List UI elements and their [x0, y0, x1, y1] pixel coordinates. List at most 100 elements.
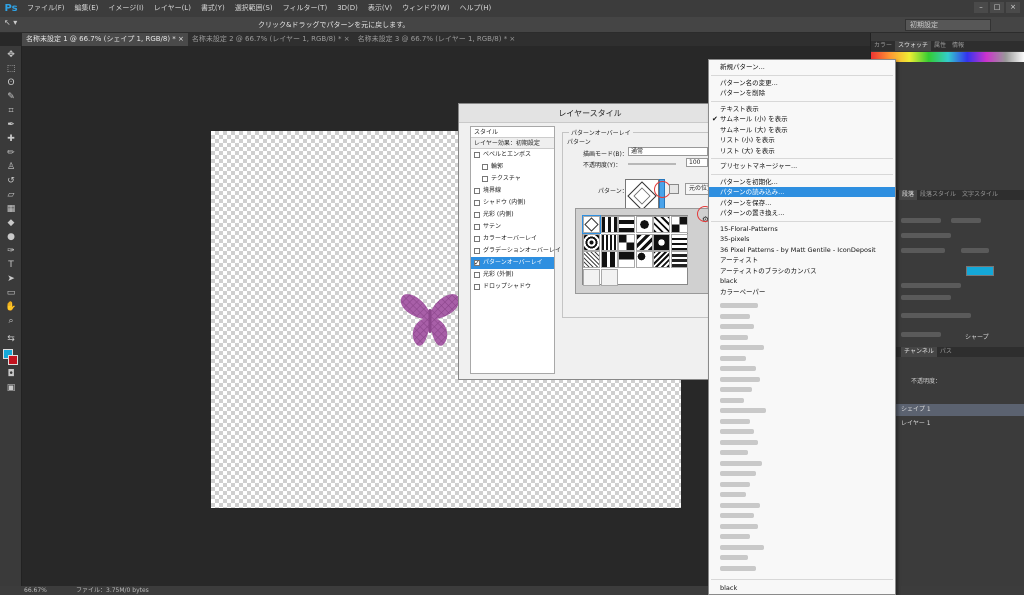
- style-item[interactable]: ベベルとエンボス: [471, 149, 554, 161]
- antialias-select[interactable]: シャープ: [965, 332, 989, 341]
- new-preset-button[interactable]: [669, 184, 679, 194]
- pattern-thumbnail[interactable]: [618, 251, 635, 268]
- menu-item[interactable]: ファイル(F): [22, 0, 70, 17]
- eraser-tool-icon[interactable]: ▱: [4, 190, 18, 201]
- obscured-menu-item[interactable]: [720, 565, 756, 571]
- style-item[interactable]: 輪郭: [471, 161, 554, 173]
- style-checkbox[interactable]: [474, 272, 480, 278]
- obscured-menu-item[interactable]: [720, 492, 746, 497]
- dodge-tool-icon[interactable]: ●: [4, 232, 18, 243]
- obscured-menu-item[interactable]: [720, 429, 754, 434]
- styles-header[interactable]: スタイル: [471, 127, 554, 138]
- menu-item[interactable]: パターンを初期化...: [709, 177, 895, 187]
- obscured-menu-item[interactable]: [720, 481, 750, 487]
- pattern-thumbnail[interactable]: [653, 251, 670, 268]
- panel-control[interactable]: [901, 313, 971, 318]
- eyedropper-tool-icon[interactable]: ✒: [4, 120, 18, 131]
- document-tab[interactable]: 名称未設定 1 @ 66.7% (シェイプ 1, RGB/8) * ×: [22, 33, 188, 46]
- pattern-thumbnail[interactable]: [583, 251, 600, 268]
- menu-item[interactable]: イメージ(I): [103, 0, 148, 17]
- obscured-menu-item[interactable]: [720, 366, 756, 371]
- menu-item[interactable]: アーティスト: [709, 255, 895, 265]
- menu-item[interactable]: ヘルプ(H): [455, 0, 497, 17]
- menu-item[interactable]: パターンを削除: [709, 88, 895, 98]
- obscured-menu-item[interactable]: [720, 345, 764, 350]
- file-info[interactable]: ファイル：3.75M/0 bytes: [76, 586, 149, 595]
- lasso-tool-icon[interactable]: ʘ: [4, 78, 18, 89]
- obscured-menu-item[interactable]: [720, 303, 758, 308]
- panel-control[interactable]: [901, 248, 945, 253]
- obscured-menu-item[interactable]: [720, 355, 746, 361]
- tab-channels[interactable]: チャンネル: [901, 347, 937, 357]
- obscured-menu-item[interactable]: [720, 555, 748, 560]
- menu-item[interactable]: フィルター(T): [278, 0, 333, 17]
- pattern-thumbnail[interactable]: [582, 215, 601, 234]
- pattern-thumbnail[interactable]: [583, 268, 600, 286]
- style-checkbox[interactable]: [474, 257, 480, 269]
- type-tool-icon[interactable]: T: [4, 260, 18, 271]
- menu-item[interactable]: ウィンドウ(W): [397, 0, 454, 17]
- obscured-menu-item[interactable]: [720, 460, 762, 466]
- marquee-tool-icon[interactable]: ⬚: [4, 64, 18, 75]
- menu-item[interactable]: black: [709, 583, 895, 593]
- menu-item[interactable]: ✔ サムネール (小) を表示: [709, 114, 895, 124]
- menu-item[interactable]: 表示(V): [363, 0, 397, 17]
- hand-tool-icon[interactable]: ✋: [4, 302, 18, 313]
- obscured-menu-item[interactable]: [720, 544, 764, 550]
- gradient-tool-icon[interactable]: ▦: [4, 204, 18, 215]
- obscured-menu-item[interactable]: [720, 523, 758, 529]
- workspace-select[interactable]: 初期設定: [905, 19, 991, 31]
- obscured-menu-item[interactable]: [720, 513, 754, 518]
- layer-row[interactable]: シェイプ 1: [891, 404, 1024, 416]
- style-checkbox[interactable]: [482, 176, 488, 182]
- pattern-thumbnail[interactable]: [653, 233, 670, 251]
- panel-control[interactable]: [951, 218, 981, 223]
- layer-row[interactable]: レイヤー 1: [891, 418, 1024, 430]
- menu-item[interactable]: アーティストのブラシのカンバス: [709, 266, 895, 276]
- menu-item[interactable]: カラーペーパー: [709, 287, 895, 297]
- obscured-menu-item[interactable]: [720, 324, 754, 329]
- blur-tool-icon[interactable]: ◆: [4, 218, 18, 229]
- tab-info[interactable]: 情報: [949, 41, 967, 51]
- brush-tool-icon[interactable]: ✏: [4, 148, 18, 159]
- pattern-thumbnail[interactable]: [653, 216, 670, 233]
- panel-control[interactable]: [961, 248, 989, 253]
- panel-control[interactable]: [901, 295, 951, 300]
- style-item[interactable]: 境界線: [471, 185, 554, 197]
- menu-item[interactable]: サムネール (大) を表示: [709, 125, 895, 135]
- obscured-menu-item[interactable]: [720, 387, 752, 392]
- tab-paragraph[interactable]: 段落: [899, 190, 918, 200]
- style-checkbox[interactable]: [474, 152, 480, 158]
- crop-tool-icon[interactable]: ⌗: [4, 106, 18, 117]
- pattern-thumbnail[interactable]: [635, 251, 653, 268]
- opacity-slider[interactable]: [628, 163, 676, 165]
- stamp-tool-icon[interactable]: ♙: [4, 162, 18, 173]
- panel-control[interactable]: [901, 283, 961, 288]
- style-item[interactable]: シャドウ (内側): [471, 197, 554, 209]
- document-tab[interactable]: 名称未設定 2 @ 66.7% (レイヤー 1, RGB/8) * ×: [188, 33, 354, 46]
- move-tool-icon[interactable]: ✥: [4, 50, 18, 61]
- obscured-menu-item[interactable]: [720, 408, 766, 413]
- style-checkbox[interactable]: [474, 236, 480, 242]
- butterfly-shape[interactable]: [399, 291, 461, 349]
- blend-mode-select[interactable]: 通常: [628, 147, 708, 156]
- style-checkbox[interactable]: [474, 284, 480, 290]
- menu-item[interactable]: テキスト表示: [709, 104, 895, 114]
- pattern-thumbnail[interactable]: [600, 216, 618, 233]
- style-item[interactable]: ドロップシャドウ: [471, 281, 554, 293]
- text-color-swatch[interactable]: [966, 266, 994, 276]
- style-item[interactable]: パターンオーバーレイ: [471, 257, 554, 269]
- blending-defaults[interactable]: レイヤー効果：初期設定: [471, 138, 554, 149]
- menu-item[interactable]: 書式(Y): [196, 0, 230, 17]
- menu-item[interactable]: 編集(E): [70, 0, 104, 17]
- path-select-tool-icon[interactable]: ➤: [4, 274, 18, 285]
- pattern-thumbnail[interactable]: [600, 268, 618, 286]
- pattern-thumbnail[interactable]: [600, 251, 618, 268]
- style-item[interactable]: テクスチャ: [471, 173, 554, 185]
- style-checkbox[interactable]: [474, 248, 480, 254]
- history-brush-tool-icon[interactable]: ↺: [4, 176, 18, 187]
- quick-mask-icon[interactable]: ◘: [4, 369, 18, 380]
- style-item[interactable]: 光彩 (内側): [471, 209, 554, 221]
- style-checkbox[interactable]: [482, 164, 488, 170]
- menu-item[interactable]: 35-pixels: [709, 234, 895, 244]
